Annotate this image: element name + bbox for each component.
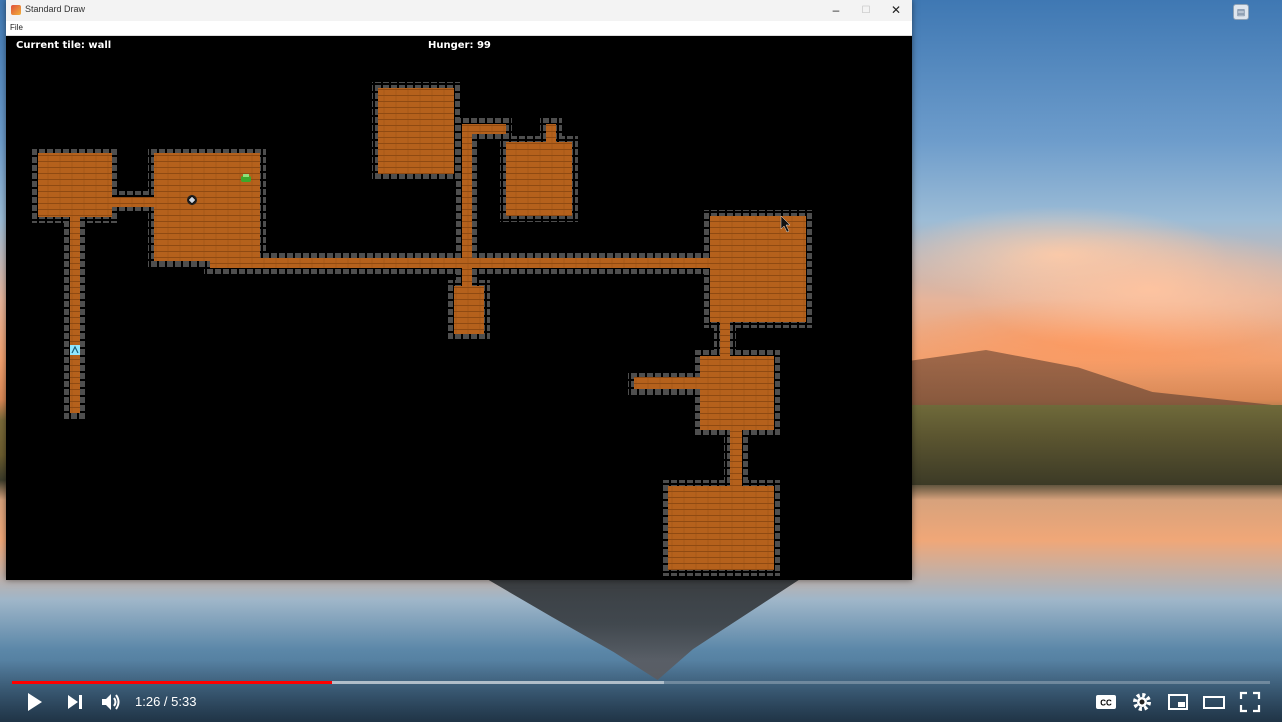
- wallpaper-shore: [912, 405, 1282, 485]
- corridor-floor: [730, 430, 742, 486]
- room-floor: [710, 216, 806, 322]
- room-floor: [668, 486, 774, 570]
- corridor-floor: [70, 217, 80, 413]
- captions-icon: CC: [1096, 695, 1116, 709]
- corridor-floor: [546, 124, 556, 144]
- corridor-floor: [634, 377, 700, 389]
- menu-file[interactable]: File: [10, 23, 23, 32]
- duration: 5:33: [171, 694, 197, 709]
- corridor-floor: [210, 258, 710, 268]
- time-display: 1:26 / 5:33: [135, 694, 196, 709]
- corridor-floor: [112, 197, 154, 207]
- progress-played: [12, 681, 332, 684]
- volume-icon: [102, 694, 120, 710]
- gear-icon: [1133, 693, 1151, 711]
- stairs-icon: [70, 345, 80, 355]
- dungeon-map: [32, 82, 812, 576]
- captions-button[interactable]: CC: [1094, 690, 1118, 714]
- maximize-button[interactable]: ☐: [851, 0, 881, 21]
- current-time: 1:26: [135, 694, 161, 709]
- minimize-button[interactable]: –: [821, 0, 851, 21]
- creature-icon: [187, 195, 197, 205]
- miniplayer-button[interactable]: [1166, 690, 1190, 714]
- room-floor: [506, 142, 572, 216]
- time-separator: /: [160, 694, 172, 709]
- corridor-floor: [720, 322, 730, 356]
- corridor-floor: [454, 286, 484, 334]
- room-floor: [38, 153, 112, 217]
- miniplayer-icon: [1168, 694, 1188, 710]
- window-titlebar: Standard Draw – ☐ ✕: [6, 0, 912, 22]
- theater-icon: [1203, 696, 1225, 709]
- current-tile-label: Current tile: wall: [16, 40, 112, 51]
- java-app-icon: [11, 5, 21, 15]
- play-button[interactable]: [22, 690, 46, 714]
- menu-bar: File: [6, 21, 912, 36]
- fullscreen-button[interactable]: [1238, 690, 1262, 714]
- window-title: Standard Draw: [25, 4, 86, 14]
- player-controls-shade: [0, 660, 1282, 722]
- room-floor: [378, 88, 454, 174]
- next-button[interactable]: [63, 690, 87, 714]
- game-canvas[interactable]: Current tile: wall Hunger: 99: [6, 36, 912, 580]
- room-floor: [700, 356, 774, 430]
- standard-draw-window: Standard Draw – ☐ ✕ File Current tile: w…: [6, 0, 912, 580]
- play-icon: [28, 693, 42, 711]
- close-button[interactable]: ✕: [881, 0, 911, 21]
- svg-text:CC: CC: [1100, 699, 1112, 708]
- theater-button[interactable]: [1202, 690, 1226, 714]
- settings-button[interactable]: [1130, 690, 1154, 714]
- tray-app-icon[interactable]: ▤: [1233, 4, 1249, 20]
- fullscreen-icon: [1239, 691, 1261, 713]
- volume-button[interactable]: [99, 690, 123, 714]
- progress-bar[interactable]: [12, 681, 1270, 684]
- room-floor: [154, 153, 260, 261]
- next-icon: [68, 695, 82, 709]
- hunger-label: Hunger: 99: [428, 40, 491, 51]
